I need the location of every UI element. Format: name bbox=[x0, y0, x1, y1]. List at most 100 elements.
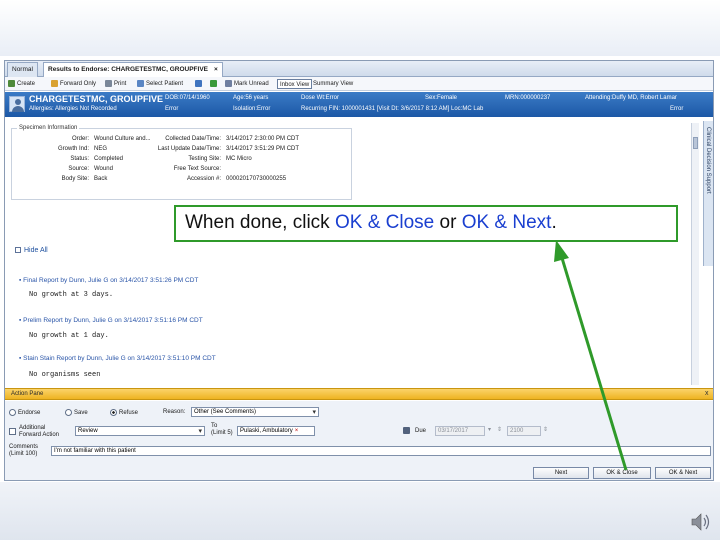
additional-forward-checkbox[interactable] bbox=[9, 428, 18, 435]
specimen-value: 3/14/2017 2:30:00 PM CDT bbox=[226, 136, 300, 142]
patient-recurring-fin: Recurring FIN: 1000001431 [Visit Dt: 3/6… bbox=[301, 106, 484, 112]
patient-allergies: Allergies: Allergies Not Recorded bbox=[29, 106, 117, 112]
specimen-value: 000020170730000255 bbox=[226, 176, 287, 182]
mark-unread-button[interactable]: Mark Unread bbox=[225, 79, 269, 89]
address-book-button[interactable] bbox=[403, 427, 412, 434]
collapse-icon bbox=[15, 247, 21, 254]
specimen-label: Collected Date/Time: bbox=[165, 136, 221, 142]
report-header-stain[interactable]: ▪ Stain Stain Report by Dunn, Julie G on… bbox=[19, 355, 216, 362]
next-button[interactable]: Next bbox=[533, 467, 589, 479]
tab-normal[interactable]: Normal bbox=[7, 62, 38, 77]
speaker-icon[interactable] bbox=[690, 512, 712, 532]
save-label: Save bbox=[74, 410, 88, 417]
specimen-information-title: Specimen Information bbox=[17, 125, 80, 131]
inbox-view-button[interactable]: Inbox View bbox=[277, 79, 313, 89]
create-button[interactable]: Create bbox=[8, 79, 35, 89]
tab-label: Results to Endorse: CHARGETESTMC, GROUPF… bbox=[48, 66, 208, 73]
comments-value: I'm not familiar with this patient bbox=[54, 448, 136, 454]
inbox-view-label: Inbox View bbox=[280, 82, 310, 88]
patient-banner: CHARGETESTMC, GROUPFIVE Allergies: Aller… bbox=[5, 92, 713, 117]
specimen-label: Last Update Date/Time: bbox=[157, 146, 221, 152]
slide-background-bottom bbox=[0, 482, 720, 540]
patient-isolation: Isolation:Error bbox=[233, 106, 271, 112]
specimen-label: Testing Site: bbox=[188, 156, 221, 162]
home-button[interactable] bbox=[195, 79, 204, 89]
refuse-radio[interactable]: Refuse bbox=[110, 409, 138, 416]
specimen-value: MC Micro bbox=[226, 156, 252, 162]
select-patient-label: Select Patient bbox=[146, 81, 184, 87]
remove-recipient-icon[interactable]: × bbox=[295, 428, 299, 434]
up-arrow-button[interactable] bbox=[210, 79, 219, 89]
instruction-middle: or bbox=[434, 212, 462, 233]
instruction-ok-close: OK & Close bbox=[334, 212, 435, 233]
comments-input[interactable]: I'm not familiar with this patient bbox=[51, 446, 711, 456]
radio-icon bbox=[9, 409, 16, 416]
action-pane-title: Action Pane bbox=[11, 391, 44, 397]
toolbar: Create Forward Only Print Select Patient… bbox=[5, 77, 713, 91]
tab-results-to-endorse[interactable]: Results to Endorse: CHARGETESTMC, GROUPF… bbox=[43, 62, 223, 77]
mark-unread-label: Mark Unread bbox=[234, 81, 269, 87]
patient-age: Age:56 years bbox=[233, 95, 269, 101]
action-pane-header: Action Pane x bbox=[5, 388, 713, 400]
specimen-label: Body Site: bbox=[61, 176, 89, 182]
summary-view-label: Summary View bbox=[313, 81, 354, 87]
instruction-callout: When done, click OK & Close or OK & Next… bbox=[174, 205, 678, 242]
forward-only-button[interactable]: Forward Only bbox=[51, 79, 96, 89]
due-label: Due bbox=[415, 428, 427, 434]
content-scrollbar[interactable] bbox=[691, 123, 699, 385]
due-time-value: 2100 bbox=[510, 428, 524, 434]
print-button[interactable]: Print bbox=[105, 79, 126, 89]
reason-value: Other (See Comments) bbox=[194, 409, 257, 415]
due-time-input[interactable]: 2100 bbox=[507, 426, 541, 436]
report-header-prelim[interactable]: ▪ Prelim Report by Dunn, Julie G on 3/14… bbox=[19, 317, 203, 324]
ok-close-button[interactable]: OK & Close bbox=[593, 467, 651, 479]
endorse-radio[interactable]: Endorse bbox=[9, 409, 40, 416]
recipient-input[interactable]: Pulaski, Ambulatory × bbox=[237, 426, 315, 436]
select-patient-button[interactable]: Select Patient bbox=[137, 79, 183, 89]
clinical-decision-support-tab[interactable]: Clinical Decision Support bbox=[703, 121, 713, 266]
patient-dob: DOB:07/14/1960 bbox=[165, 95, 210, 101]
close-icon[interactable]: × bbox=[214, 66, 218, 73]
specimen-value: 3/14/2017 3:51:29 PM CDT bbox=[226, 146, 300, 152]
specimen-label: Status: bbox=[70, 156, 89, 162]
tab-strip: Normal Results to Endorse: CHARGETESTMC,… bbox=[5, 61, 713, 77]
save-radio[interactable]: Save bbox=[65, 409, 88, 416]
forward-action-dropdown[interactable]: Review bbox=[75, 426, 205, 436]
due-date-input[interactable]: 03/17/2017 bbox=[435, 426, 485, 436]
forward-action-label: Forward Action bbox=[19, 432, 60, 438]
date-spinner-icon[interactable]: ⇕ bbox=[497, 426, 502, 433]
forward-action-value: Review bbox=[78, 428, 98, 434]
action-pane-close-icon[interactable]: x bbox=[705, 390, 709, 397]
specimen-value: Completed bbox=[94, 156, 124, 162]
instruction-text: When done, click OK & Close or OK & Next… bbox=[185, 212, 557, 234]
scroll-thumb[interactable] bbox=[693, 137, 698, 149]
radio-selected-icon bbox=[110, 409, 117, 416]
print-label: Print bbox=[114, 81, 127, 87]
patient-error: Error bbox=[670, 106, 684, 112]
instruction-suffix: . bbox=[551, 212, 557, 233]
instruction-prefix: When done, click bbox=[185, 212, 335, 233]
side-strip-label: Clinical Decision Support bbox=[705, 127, 711, 194]
action-pane: Endorse Save Refuse Reason: Other (See C… bbox=[5, 401, 713, 480]
summary-view-button[interactable]: Summary View bbox=[313, 79, 353, 89]
forward-icon bbox=[51, 79, 58, 87]
forward-only-label: Forward Only bbox=[60, 81, 97, 87]
hide-all-link[interactable]: Hide All bbox=[15, 247, 48, 254]
patient-dose-weight: Dose Wt:Error bbox=[301, 95, 340, 101]
specimen-label: Order: bbox=[71, 136, 89, 142]
envelope-icon bbox=[225, 79, 232, 87]
due-date-value: 03/17/2017 bbox=[438, 428, 469, 434]
time-spinner-icon[interactable]: ⇕ bbox=[543, 426, 548, 433]
report-header-text: Prelim Report by Dunn, Julie G on 3/14/2… bbox=[23, 317, 203, 324]
tab-label: Normal bbox=[12, 66, 33, 73]
comments-text: Comments bbox=[9, 444, 39, 450]
patient-mrn: MRN:000000237 bbox=[505, 95, 551, 101]
ehr-window: Normal Results to Endorse: CHARGETESTMC,… bbox=[4, 60, 714, 481]
create-label: Create bbox=[17, 81, 36, 87]
limit-label: (Limit 5) bbox=[211, 430, 233, 436]
report-header-final[interactable]: ▪ Final Report by Dunn, Julie G on 3/14/… bbox=[19, 277, 198, 284]
calendar-icon[interactable]: ▾ bbox=[488, 426, 491, 433]
printer-icon bbox=[105, 79, 112, 87]
ok-next-button[interactable]: OK & Next bbox=[655, 467, 711, 479]
reason-dropdown[interactable]: Other (See Comments) bbox=[191, 407, 319, 417]
